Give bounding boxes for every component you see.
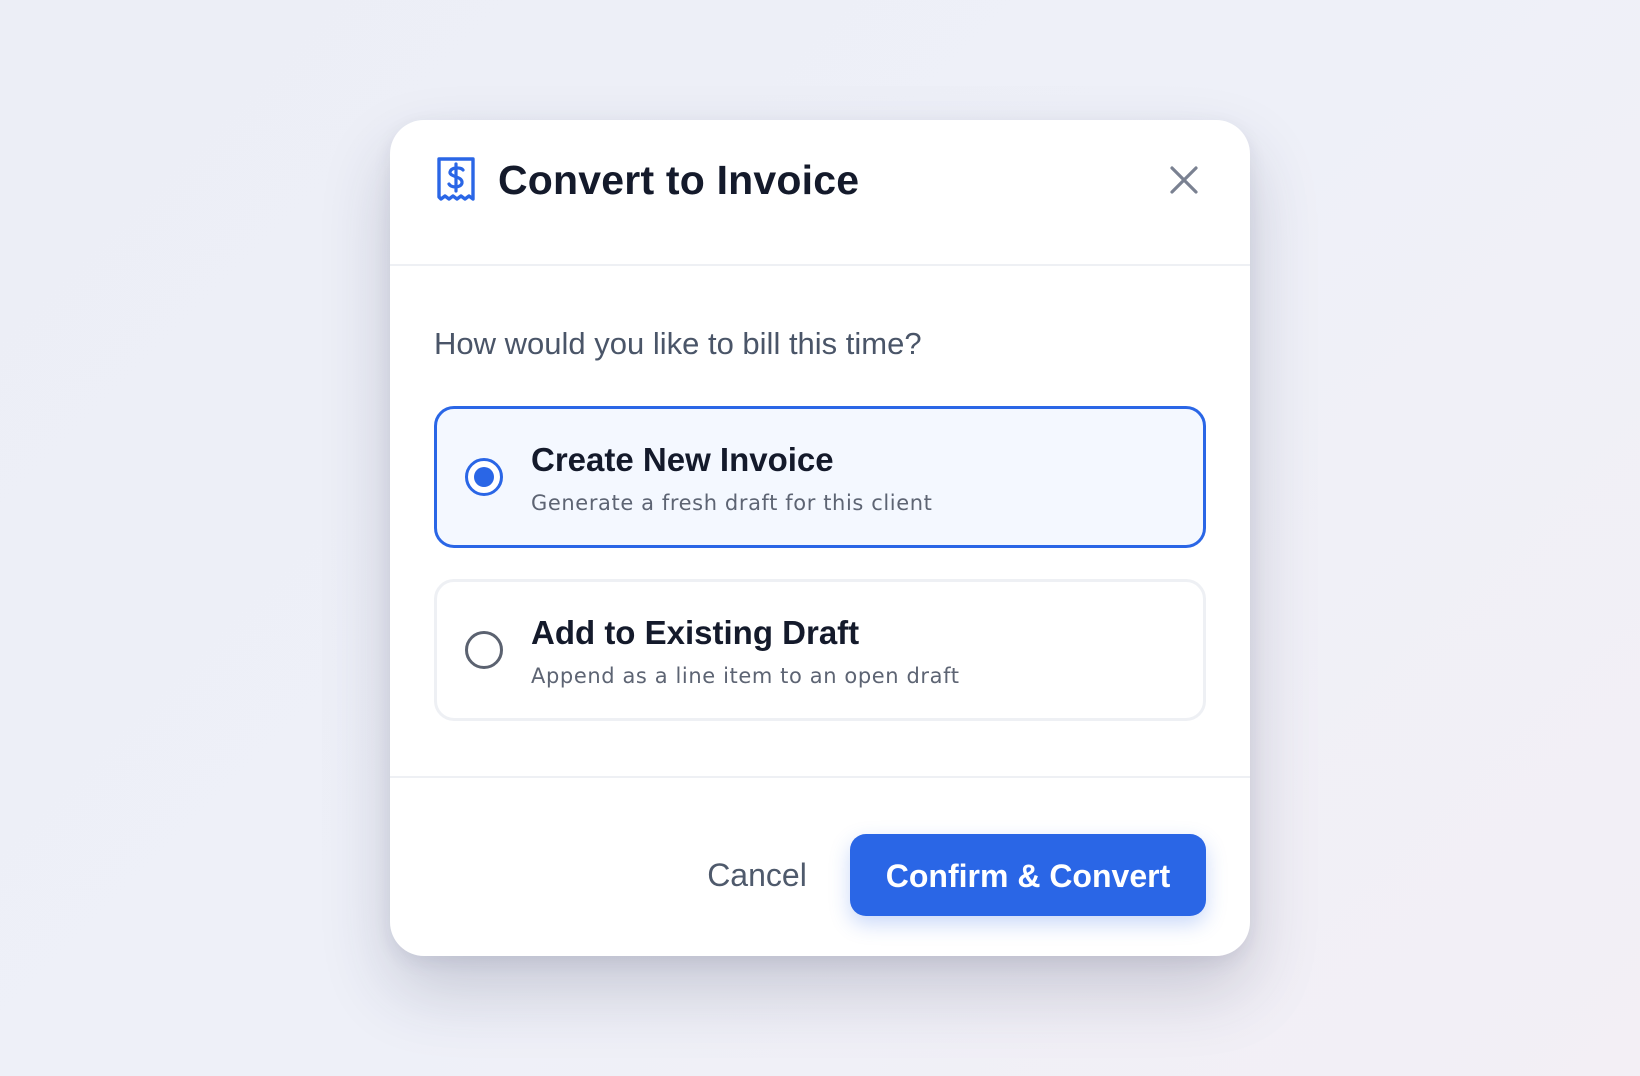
billing-prompt: How would you like to bill this time? xyxy=(434,326,922,361)
option-add-to-existing-draft[interactable]: Add to Existing Draft Append as a line i… xyxy=(434,579,1206,721)
confirm-convert-button[interactable]: Confirm & Convert xyxy=(850,834,1206,916)
close-icon xyxy=(1170,166,1198,194)
cancel-button[interactable]: Cancel xyxy=(672,834,842,914)
dialog-body: How would you like to bill this time? Cr… xyxy=(390,266,1250,778)
radio-unselected[interactable] xyxy=(465,631,503,669)
option-create-new-invoice[interactable]: Create New Invoice Generate a fresh draf… xyxy=(434,406,1206,548)
option-description: Append as a line item to an open draft xyxy=(531,664,960,688)
radio-selected[interactable] xyxy=(465,458,503,496)
close-button[interactable] xyxy=(1164,160,1204,200)
option-title: Add to Existing Draft xyxy=(531,614,860,651)
dialog-title: Convert to Invoice xyxy=(498,157,860,203)
convert-to-invoice-dialog: Convert to Invoice How would you like to… xyxy=(390,120,1250,956)
invoice-dollar-icon xyxy=(437,157,475,201)
option-description: Generate a fresh draft for this client xyxy=(531,491,933,515)
dialog-footer: Cancel Confirm & Convert xyxy=(390,778,1250,956)
dialog-header: Convert to Invoice xyxy=(390,120,1250,266)
option-title: Create New Invoice xyxy=(531,441,834,478)
